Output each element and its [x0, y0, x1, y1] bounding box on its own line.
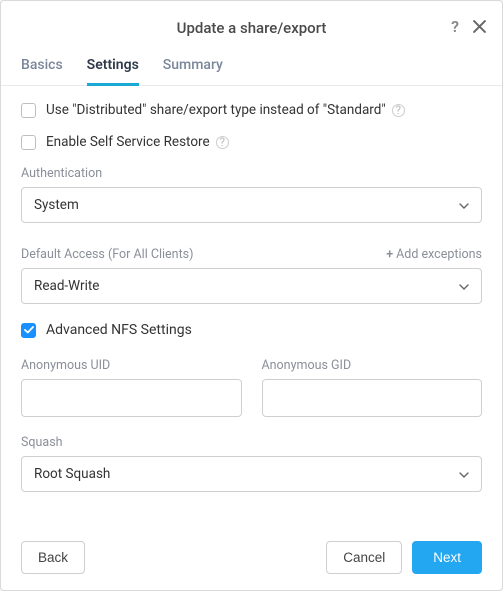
authentication-select[interactable]: System [21, 187, 482, 223]
settings-panel: Use "Distributed" share/export type inst… [1, 86, 502, 527]
squash-label: Squash [21, 435, 482, 450]
header-actions: ? [451, 17, 486, 36]
squash-value: Root Squash [34, 466, 110, 482]
self-service-label: Enable Self Service Restore [46, 134, 210, 150]
authentication-value: System [34, 197, 79, 213]
advanced-nfs-checkbox[interactable] [21, 323, 36, 338]
info-icon[interactable]: ? [216, 136, 229, 149]
distributed-label: Use "Distributed" share/export type inst… [46, 102, 386, 118]
anon-uid-label: Anonymous UID [21, 358, 242, 373]
modal-footer: Back Cancel Next [1, 527, 502, 590]
anon-gid-input[interactable] [262, 379, 483, 417]
modal-header: Update a share/export ? [1, 1, 502, 51]
chevron-down-icon [459, 466, 469, 482]
default-access-select[interactable]: Read-Write [21, 268, 482, 304]
authentication-label: Authentication [21, 166, 482, 181]
chevron-down-icon [459, 197, 469, 213]
tab-summary[interactable]: Summary [163, 51, 223, 85]
distributed-checkbox[interactable] [21, 103, 36, 118]
tab-basics[interactable]: Basics [21, 51, 63, 85]
plus-icon: + [386, 247, 393, 262]
footer-right: Cancel Next [326, 541, 482, 574]
default-access-label: Default Access (For All Clients) [21, 247, 193, 262]
advanced-nfs-label: Advanced NFS Settings [46, 322, 192, 338]
distributed-row: Use "Distributed" share/export type inst… [21, 102, 482, 118]
tab-settings[interactable]: Settings [87, 51, 139, 86]
help-icon[interactable]: ? [451, 17, 459, 36]
anon-uid-col: Anonymous UID [21, 352, 242, 417]
self-service-row: Enable Self Service Restore ? [21, 134, 482, 150]
next-button[interactable]: Next [412, 541, 482, 574]
cancel-button[interactable]: Cancel [326, 541, 402, 574]
info-icon[interactable]: ? [392, 104, 405, 117]
default-access-label-row: Default Access (For All Clients) +Add ex… [21, 241, 482, 268]
close-icon[interactable] [473, 20, 486, 33]
anon-gid-col: Anonymous GID [262, 352, 483, 417]
add-exceptions-text: Add exceptions [396, 247, 482, 262]
back-button[interactable]: Back [21, 541, 85, 574]
tabs: Basics Settings Summary [1, 51, 502, 86]
self-service-checkbox[interactable] [21, 135, 36, 150]
anonymous-ids-row: Anonymous UID Anonymous GID [21, 352, 482, 417]
advanced-nfs-row: Advanced NFS Settings [21, 322, 482, 338]
anon-gid-label: Anonymous GID [262, 358, 483, 373]
add-exceptions-link[interactable]: +Add exceptions [386, 247, 482, 262]
modal-update-share: Update a share/export ? Basics Settings … [0, 0, 503, 591]
chevron-down-icon [459, 278, 469, 294]
anon-uid-input[interactable] [21, 379, 242, 417]
squash-select[interactable]: Root Squash [21, 456, 482, 492]
modal-title: Update a share/export [21, 19, 482, 37]
default-access-value: Read-Write [34, 278, 99, 294]
